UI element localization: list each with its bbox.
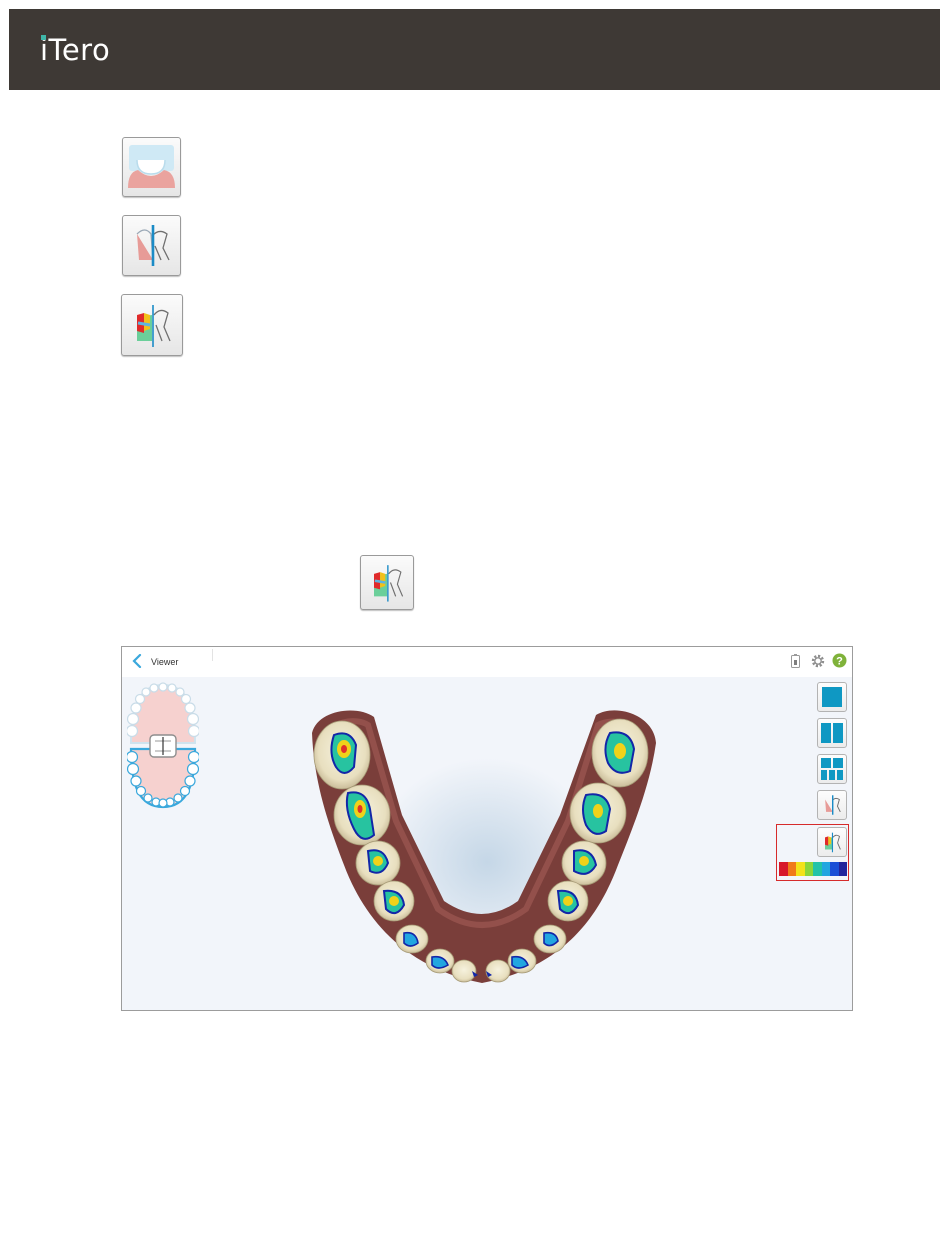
cross-section-button[interactable] (817, 790, 847, 820)
five-pane-icon (821, 758, 843, 780)
page-header: iTero (9, 9, 940, 90)
bite-icon-graphic (128, 145, 175, 188)
logo-dot (41, 35, 46, 40)
bite-tool-icon (122, 137, 181, 197)
dual-view-button[interactable] (817, 718, 847, 748)
cross-section-icon-graphic (136, 225, 170, 266)
occlusogram-inline-graphic (374, 565, 404, 602)
chevron-left-icon[interactable] (131, 654, 143, 668)
jaw-scan-model[interactable] (304, 705, 664, 987)
cross-section-icon (825, 795, 841, 815)
viewer-title: Viewer (151, 657, 179, 667)
dual-pane-icon (821, 723, 843, 743)
single-pane-icon (822, 687, 842, 707)
occlusogram-icon-graphic (137, 305, 171, 347)
cross-section-icon (122, 215, 181, 276)
svg-text:?: ? (836, 656, 843, 668)
viewer-screen: Viewer ? (121, 646, 853, 1011)
occlusogram-cross-section-icon (121, 294, 183, 356)
jaw-navigator[interactable] (127, 681, 199, 811)
itero-logo: iTero (40, 33, 110, 67)
occlusogram-inline-icon (360, 555, 414, 610)
multi-view-button[interactable] (817, 754, 847, 784)
help-icon[interactable]: ? (832, 653, 847, 668)
highlight-box (776, 824, 849, 881)
gear-icon[interactable] (810, 653, 826, 669)
single-view-button[interactable] (817, 682, 847, 712)
battery-icon (791, 654, 800, 668)
viewer-toolbar: Viewer ? (122, 647, 852, 677)
logo-text: iTero (40, 33, 111, 67)
toolbar-divider (212, 649, 213, 661)
